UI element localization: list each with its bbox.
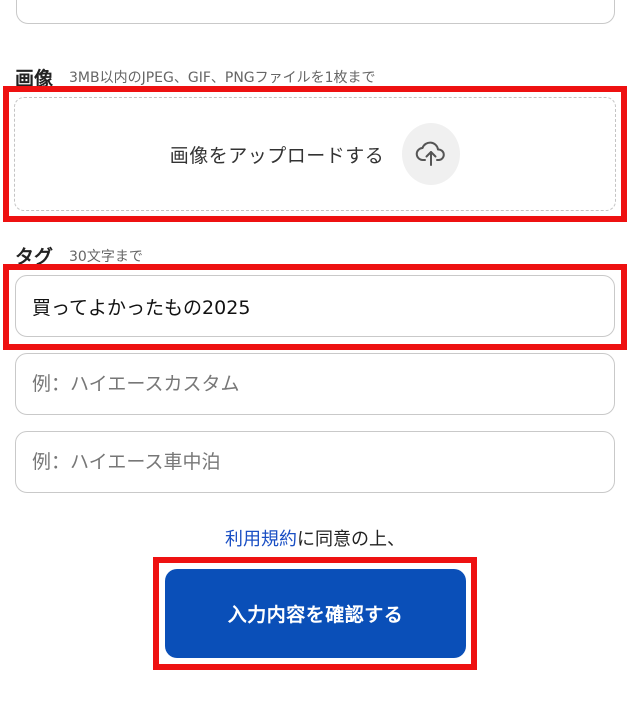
tag-input-1[interactable] bbox=[15, 275, 615, 337]
upload-label: 画像をアップロードする bbox=[169, 144, 385, 167]
image-upload-button[interactable]: 画像をアップロードする bbox=[14, 97, 616, 211]
tag-input-2[interactable] bbox=[15, 353, 615, 415]
agreement-suffix: に同意の上、 bbox=[297, 529, 405, 550]
tag-section-note: 30文字まで bbox=[69, 249, 143, 265]
tag-input-3[interactable] bbox=[15, 431, 615, 493]
confirm-submit-button[interactable]: 入力内容を確認する bbox=[165, 569, 466, 658]
upload-icon bbox=[402, 123, 461, 185]
terms-agreement-text: 利用規約に同意の上、 bbox=[0, 525, 630, 551]
image-section-note: 3MB以内のJPEG、GIF、PNGファイルを1枚まで bbox=[69, 70, 376, 86]
previous-input-field[interactable] bbox=[16, 0, 615, 24]
terms-link[interactable]: 利用規約 bbox=[225, 529, 297, 550]
